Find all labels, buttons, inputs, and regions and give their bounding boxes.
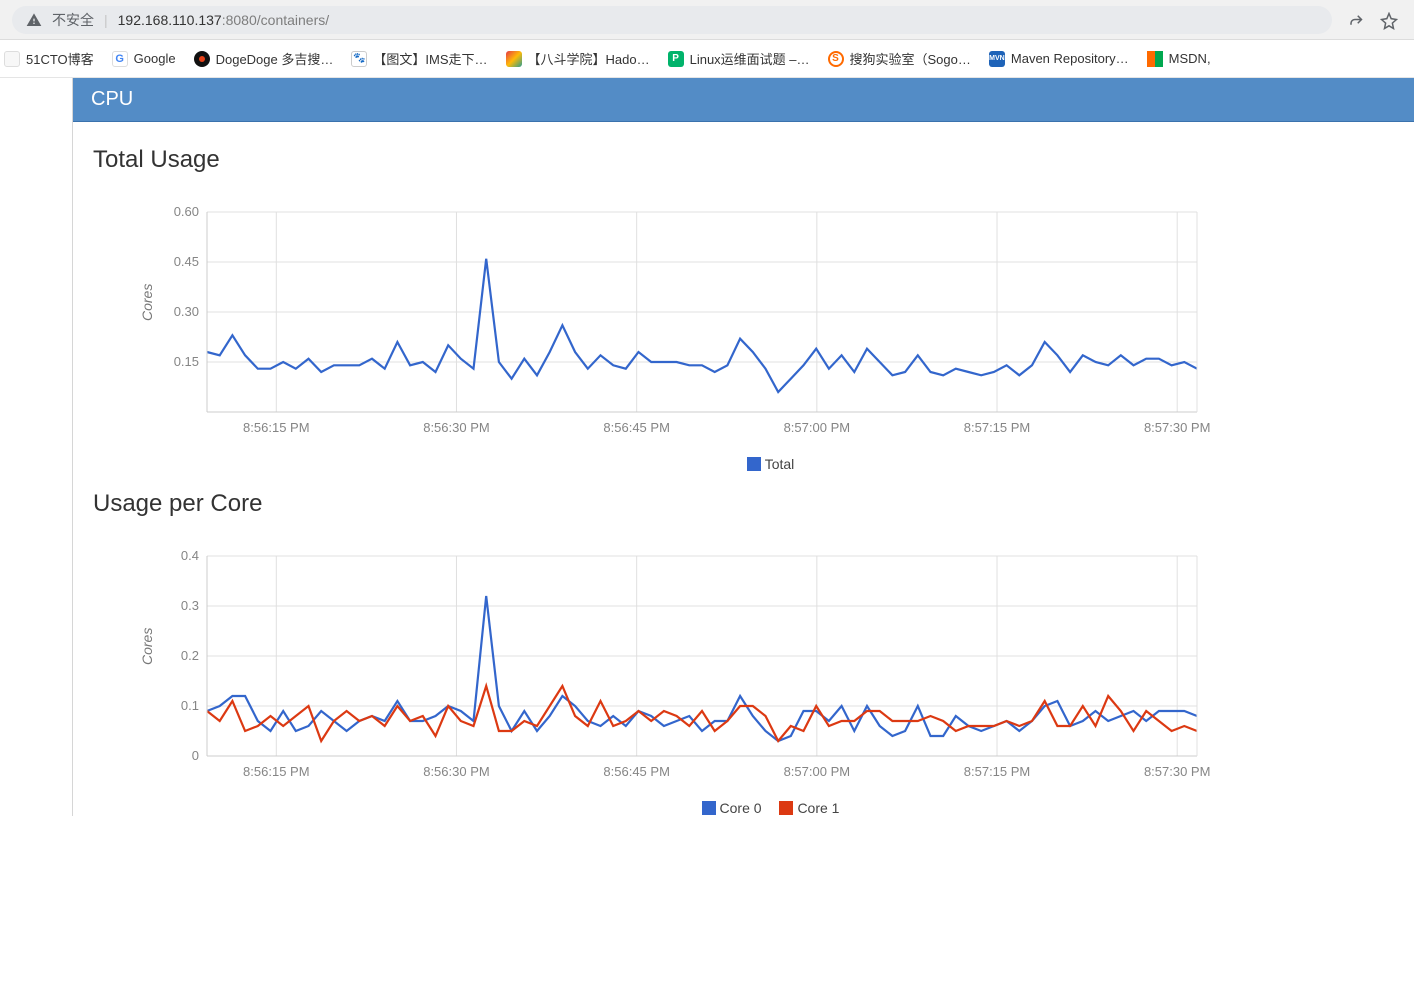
bookmark-item[interactable]: 51CTO博客 xyxy=(4,49,94,68)
url-port: :8080 xyxy=(222,12,257,28)
svg-text:0.4: 0.4 xyxy=(181,548,199,563)
chart-svg: 8:56:15 PM 8:56:30 PM 8:56:45 PM 8:57:00 PM… xyxy=(157,192,1217,452)
bookmark-item[interactable]: PLinux运维面试题 –… xyxy=(668,49,810,68)
bookmark-label: 【图文】IMS走下… xyxy=(373,49,487,68)
svg-text:8:57:00 PM: 8:57:00 PM xyxy=(784,764,851,779)
section-title-per-core: Usage per Core xyxy=(93,490,1390,518)
bookmark-label: Linux运维面试题 –… xyxy=(690,49,810,68)
panel-header-cpu: CPU xyxy=(73,78,1414,122)
svg-text:0.1: 0.1 xyxy=(181,698,199,713)
svg-text:8:56:45 PM: 8:56:45 PM xyxy=(603,420,670,435)
svg-text:8:56:15 PM: 8:56:15 PM xyxy=(243,420,309,435)
svg-text:8:57:30 PM: 8:57:30 PM xyxy=(1144,764,1211,779)
security-label: 不安全 xyxy=(52,10,94,30)
svg-text:8:57:15 PM: 8:57:15 PM xyxy=(964,420,1031,435)
bookmark-item[interactable]: DogeDoge 多吉搜… xyxy=(194,49,334,68)
share-icon[interactable] xyxy=(1348,12,1364,28)
bookmark-label: MSDN, xyxy=(1169,51,1211,66)
bookmark-item[interactable]: S搜狗实验室（Sogo… xyxy=(828,49,971,68)
chart-legend: Core 0 Core 1 xyxy=(137,796,1390,816)
url-path: /containers/ xyxy=(257,12,329,28)
bookmark-label: Maven Repository… xyxy=(1011,51,1129,66)
svg-text:0.3: 0.3 xyxy=(181,598,199,613)
svg-text:0.15: 0.15 xyxy=(174,354,199,369)
legend-label: Total xyxy=(765,456,795,472)
legend-swatch-core1 xyxy=(779,801,793,815)
svg-text:0.60: 0.60 xyxy=(174,204,199,219)
bookmarks-bar: 51CTO博客 GGoogle DogeDoge 多吉搜… 🐾【图文】IMS走下… xyxy=(0,40,1414,78)
chart-total-usage: Cores 8:56:15 PM 8:56:30 PM 8:56:45 PM 8:57… xyxy=(137,192,1390,472)
bookmark-label: Google xyxy=(134,51,176,66)
svg-text:8:56:30 PM: 8:56:30 PM xyxy=(423,420,490,435)
bookmark-star-icon[interactable] xyxy=(1380,12,1396,28)
svg-text:0: 0 xyxy=(192,748,199,763)
bookmark-label: 51CTO博客 xyxy=(26,49,94,68)
bookmark-item[interactable]: GGoogle xyxy=(112,51,176,67)
svg-text:8:56:15 PM: 8:56:15 PM xyxy=(243,764,309,779)
browser-address-bar: 不安全 | 192.168.110.137 :8080 /containers/ xyxy=(0,0,1414,40)
svg-text:0.45: 0.45 xyxy=(174,254,199,269)
url-host: 192.168.110.137 xyxy=(118,12,222,28)
legend-swatch-total xyxy=(747,457,761,471)
bookmark-item[interactable]: 🐾【图文】IMS走下… xyxy=(351,49,487,68)
section-title-total-usage: Total Usage xyxy=(93,146,1390,174)
panel-title: CPU xyxy=(91,88,133,110)
bookmark-label: 【八斗学院】Hado… xyxy=(528,49,650,68)
bookmark-label: 搜狗实验室（Sogo… xyxy=(850,49,971,68)
legend-swatch-core0 xyxy=(702,801,716,815)
svg-text:8:57:30 PM: 8:57:30 PM xyxy=(1144,420,1211,435)
bookmark-label: DogeDoge 多吉搜… xyxy=(216,49,334,68)
legend-label: Core 1 xyxy=(797,800,839,816)
svg-text:8:57:15 PM: 8:57:15 PM xyxy=(964,764,1031,779)
bookmark-item[interactable]: 【八斗学院】Hado… xyxy=(506,49,650,68)
chart-svg: 8:56:15 PM 8:56:30 PM 8:56:45 PM 8:57:00 PM… xyxy=(157,536,1217,796)
svg-text:0.30: 0.30 xyxy=(174,304,199,319)
bookmark-item[interactable]: MSDN, xyxy=(1147,51,1211,67)
svg-text:8:56:45 PM: 8:56:45 PM xyxy=(603,764,670,779)
svg-text:0.2: 0.2 xyxy=(181,648,199,663)
svg-text:8:57:00 PM: 8:57:00 PM xyxy=(784,420,851,435)
y-axis-label: Cores xyxy=(137,536,157,756)
chart-per-core: Cores 8:56:15 PM 8:56:30 PM 8:56:45 PM 8:57… xyxy=(137,536,1390,816)
y-axis-label: Cores xyxy=(137,192,157,412)
legend-label: Core 0 xyxy=(720,800,762,816)
chart-legend: Total xyxy=(137,452,1390,472)
not-secure-icon xyxy=(26,12,42,28)
url-pill[interactable]: 不安全 | 192.168.110.137 :8080 /containers/ xyxy=(12,6,1332,34)
bookmark-item[interactable]: MVNMaven Repository… xyxy=(989,51,1129,67)
svg-text:8:56:30 PM: 8:56:30 PM xyxy=(423,764,490,779)
